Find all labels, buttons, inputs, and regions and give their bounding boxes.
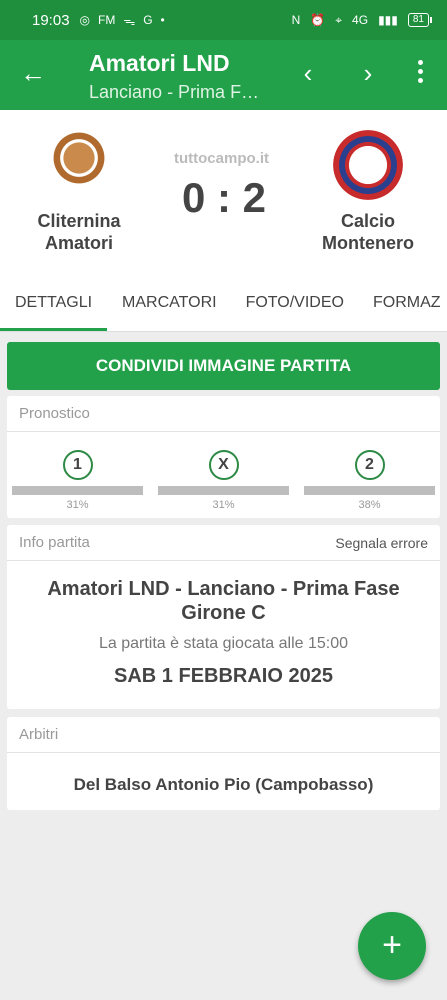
more-options-icon[interactable] [410, 60, 430, 90]
back-arrow-icon[interactable]: ← [20, 58, 50, 88]
prediction-percent: 31% [212, 499, 235, 511]
prediction-option[interactable]: 2 38% [304, 450, 435, 511]
away-team[interactable]: Calcio Montenero [303, 130, 433, 254]
kickoff-note: La partita è stata giocata alle 15:00 [98, 635, 349, 652]
referee-card: Arbitri Del Balso Antonio Pio (Campobass… [7, 717, 440, 810]
status-bar: 19:03 ◎ FM ᯓ G • N ⏰ ⌖ 4G ▮▮▮ 81 [0, 0, 447, 40]
competition-name: Amatori LND - Lanciano - Prima Fase Giro… [47, 578, 400, 624]
referee-label: Arbitri [19, 726, 59, 743]
status-time: 19:03 [32, 11, 70, 29]
match-header: Cliternina Amatori tuttocampo.it 0 : 2 C… [0, 110, 447, 280]
nfc-icon: N [291, 13, 301, 27]
pronostico-card: Pronostico 1 31% X 31% 2 38% [7, 396, 440, 518]
home-team-logo [44, 130, 114, 200]
network-icon: 4G [352, 13, 369, 27]
prediction-symbol: 2 [354, 450, 385, 480]
prediction-option[interactable]: X 31% [158, 450, 289, 511]
home-team-name: Cliternina Amatori [37, 211, 121, 253]
home-team[interactable]: Cliternina Amatori [14, 130, 144, 254]
away-team-logo [333, 130, 403, 200]
pronostico-label: Pronostico [19, 405, 90, 422]
info-label: Info partita [19, 534, 90, 551]
dot-icon: • [160, 13, 165, 27]
prediction-bar [158, 486, 289, 495]
prediction-symbol: 1 [62, 450, 93, 480]
prediction-option[interactable]: 1 31% [12, 450, 143, 511]
referee-header: Arbitri [7, 717, 440, 753]
notification-icon: ᯓ [123, 13, 136, 28]
info-header: Info partita Segnala errore [7, 525, 440, 561]
referee-name: Del Balso Antonio Pio (Campobasso) [73, 775, 374, 794]
prediction-symbol: X [208, 450, 239, 480]
prediction-percent: 31% [66, 499, 89, 511]
tab-bar: DETTAGLI MARCATORI FOTO/VIDEO FORMAZ [0, 280, 447, 332]
match-score: 0 : 2 [181, 174, 267, 221]
report-error-link[interactable]: Segnala errore [335, 535, 428, 551]
location-icon: ⌖ [335, 12, 343, 27]
battery-icon: 81 [407, 13, 433, 27]
app-notification-icon: G [143, 13, 153, 27]
match-date: SAB 1 FEBBRAIO 2025 [114, 665, 333, 687]
info-card: Info partita Segnala errore Amatori LND … [7, 525, 440, 709]
tab-formazioni[interactable]: FORMAZ [373, 280, 441, 331]
prediction-percent: 38% [358, 499, 381, 511]
prediction-bar [12, 486, 143, 495]
status-right-icons: N ⏰ ⌖ 4G ▮▮▮ 81 [291, 12, 433, 28]
pronostico-header: Pronostico [7, 396, 440, 432]
alarm-icon: ⏰ [310, 13, 326, 27]
previous-chevron-icon[interactable]: ‹ [293, 58, 323, 88]
tab-foto-video[interactable]: FOTO/VIDEO [246, 280, 344, 331]
prediction-bar [304, 486, 435, 495]
next-chevron-icon[interactable]: › [353, 58, 383, 88]
signal-icon: ▮▮▮ [378, 13, 398, 27]
tab-marcatori[interactable]: MARCATORI [122, 280, 217, 331]
page-title: Amatori LND [89, 50, 230, 76]
fm-icon: FM [98, 13, 116, 27]
away-team-name: Calcio Montenero [322, 211, 414, 253]
add-fab-button[interactable]: + [358, 912, 426, 980]
hotspot-icon: ◎ [79, 13, 91, 27]
brand-watermark: tuttocampo.it [174, 150, 269, 167]
tab-dettagli[interactable]: DETTAGLI [0, 280, 108, 331]
status-left-icons: ◎ FM ᯓ G • [80, 12, 165, 29]
app-bar: ← Amatori LND Lanciano - Prima F… ‹ › [0, 40, 447, 110]
page-subtitle: Lanciano - Prima F… [89, 82, 260, 102]
share-image-button[interactable]: CONDIVIDI IMMAGINE PARTITA [7, 342, 440, 390]
